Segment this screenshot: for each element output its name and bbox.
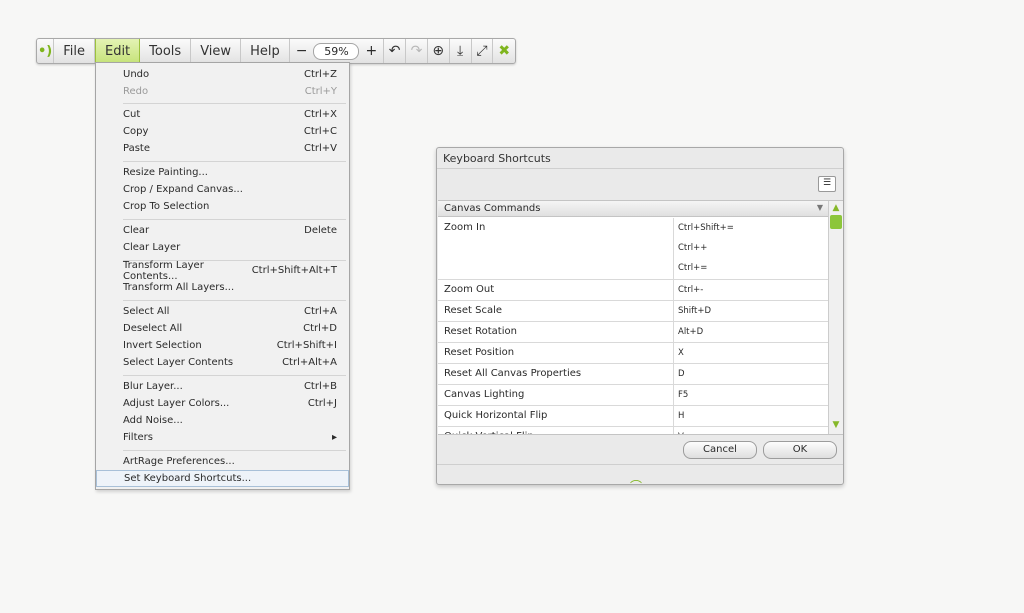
menu-item-clear[interactable]: Clear Delete [96,222,349,239]
command-keys: Shift+D [674,301,828,321]
menu-item-cut[interactable]: Cut Ctrl+X [96,106,349,123]
shortcut-row[interactable]: Quick Horizontal Flip H [438,406,828,427]
zoom-in-button[interactable]: + [365,43,377,59]
menu-item-select-layer-contents[interactable]: Select Layer Contents Ctrl+Alt+A [96,354,349,371]
dialog-divider [437,464,843,465]
menu-item-adjust-layer-colors[interactable]: Adjust Layer Colors... Ctrl+J [96,395,349,412]
menu-item-invert-selection[interactable]: Invert Selection Ctrl+Shift+I [96,337,349,354]
download-icon[interactable]: ⤓ [450,39,472,63]
zoom-field[interactable]: 59% [313,42,360,60]
menu-item-copy[interactable]: Copy Ctrl+C [96,123,349,140]
menu-item-filters[interactable]: Filters ▸ [96,429,349,446]
command-keys: D [674,364,828,384]
cancel-button[interactable]: Cancel [683,441,757,459]
chevron-down-icon: ▼ [816,203,823,212]
menu-view[interactable]: View [191,39,242,63]
list-scrollbar[interactable]: ▲ ▼ [828,201,843,434]
command-keys: H [674,406,828,426]
command-name: Canvas Lighting [438,385,674,405]
shortcut-rows: Zoom In Ctrl+Shift+= Ctrl++ Ctrl+= Zoom … [438,218,828,434]
edit-menu: Undo Ctrl+Z Redo Ctrl+Y Cut Ctrl+X Copy Ctrl… [95,62,350,490]
menu-tools[interactable]: Tools [140,39,192,63]
menu-separator [123,450,346,451]
command-name: Reset Rotation [438,322,674,342]
category-dropdown[interactable]: Canvas Commands ▼ [438,201,828,217]
command-keys: X [674,343,828,363]
shortcut-row[interactable]: Zoom Out Ctrl+- [438,280,828,301]
shortcut-list: Canvas Commands ▼ Zoom In Ctrl+Shift+= C… [438,200,843,435]
shortcut-row[interactable]: Reset Rotation Alt+D [438,322,828,343]
menu-item-transform-all-layers[interactable]: Transform All Layers... [96,279,349,296]
scroll-up-icon[interactable]: ▲ [830,203,842,215]
shortcut-row[interactable]: Reset All Canvas Properties D [438,364,828,385]
shortcut-row[interactable]: Zoom In Ctrl+Shift+= Ctrl++ Ctrl+= [438,218,828,280]
menu-edit[interactable]: Edit [94,39,141,63]
menu-item-blur-layer[interactable]: Blur Layer... Ctrl+B [96,378,349,395]
zoom-control: − 59% + [290,39,385,63]
menu-separator [123,375,346,376]
menu-separator [123,219,346,220]
key-binding[interactable]: Ctrl+= [678,262,828,282]
command-name: Quick Vertical Flip [438,427,674,434]
category-label: Canvas Commands [444,203,541,214]
command-keys: Ctrl+- [674,280,828,300]
menu-item-add-noise[interactable]: Add Noise... [96,412,349,429]
menu-file[interactable]: File [54,39,95,63]
command-name: Quick Horizontal Flip [438,406,674,426]
shortcut-row[interactable]: Quick Vertical Flip V [438,427,828,434]
close-icon[interactable]: ✖ [493,39,515,63]
menu-item-resize-painting[interactable]: Resize Painting... [96,164,349,181]
shortcut-row[interactable]: Reset Scale Shift+D [438,301,828,322]
submenu-arrow-icon: ▸ [331,432,337,443]
menu-separator [123,103,346,104]
app-logo-icon[interactable]: •) [37,39,55,63]
command-keys: F5 [674,385,828,405]
menu-item-set-keyboard-shortcuts[interactable]: Set Keyboard Shortcuts... [96,470,349,487]
command-name: Reset All Canvas Properties [438,364,674,384]
list-options-button[interactable]: ☰ [818,176,836,192]
menu-separator [123,161,346,162]
keyboard-shortcuts-dialog: Keyboard Shortcuts ☰ Canvas Commands ▼ Z… [436,147,844,485]
zoom-out-button[interactable]: − [296,43,308,59]
menu-item-select-all[interactable]: Select All Ctrl+A [96,303,349,320]
dialog-title: Keyboard Shortcuts [443,152,551,165]
dialog-divider [437,168,843,169]
command-name: Reset Position [438,343,674,363]
menu-item-undo[interactable]: Undo Ctrl+Z [96,66,349,83]
scroll-down-icon[interactable]: ▼ [830,420,842,432]
ok-button[interactable]: OK [763,441,837,459]
command-keys: V [674,427,828,434]
add-canvas-icon[interactable]: ⊕ [428,39,450,63]
command-name: Zoom Out [438,280,674,300]
key-binding[interactable]: V [678,431,828,434]
menu-item-deselect-all[interactable]: Deselect All Ctrl+D [96,320,349,337]
main-toolbar: •) File Edit Tools View Help − 59% + ↶ ↷… [36,38,516,64]
menu-item-crop-to-selection[interactable]: Crop To Selection [96,198,349,215]
shortcut-row[interactable]: Reset Position X [438,343,828,364]
command-name: Reset Scale [438,301,674,321]
list-icon: ☰ [822,178,832,188]
menu-item-artrage-preferences[interactable]: ArtRage Preferences... [96,453,349,470]
fullscreen-icon[interactable]: ⤢ [472,39,494,63]
scrollbar-thumb[interactable] [830,215,842,229]
resize-grip-icon[interactable]: ︵ [630,469,642,486]
undo-icon[interactable]: ↶ [384,39,407,63]
menu-separator [123,300,346,301]
menu-item-redo[interactable]: Redo Ctrl+Y [96,83,349,100]
shortcut-row[interactable]: Canvas Lighting F5 [438,385,828,406]
menu-help[interactable]: Help [241,39,290,63]
command-keys: Ctrl+Shift+= Ctrl++ Ctrl+= [674,218,828,279]
redo-icon[interactable]: ↷ [406,39,428,63]
menu-item-transform-layer-contents[interactable]: Transform Layer Contents... Ctrl+Shift+Al… [96,260,349,282]
key-binding[interactable]: Ctrl++ [678,242,828,262]
key-binding[interactable]: Ctrl+Shift+= [678,222,828,242]
command-name: Zoom In [438,218,674,279]
menu-item-crop-expand-canvas[interactable]: Crop / Expand Canvas... [96,181,349,198]
menu-item-paste[interactable]: Paste Ctrl+V [96,140,349,157]
menu-item-clear-layer[interactable]: Clear Layer [96,239,349,256]
command-keys: Alt+D [674,322,828,342]
